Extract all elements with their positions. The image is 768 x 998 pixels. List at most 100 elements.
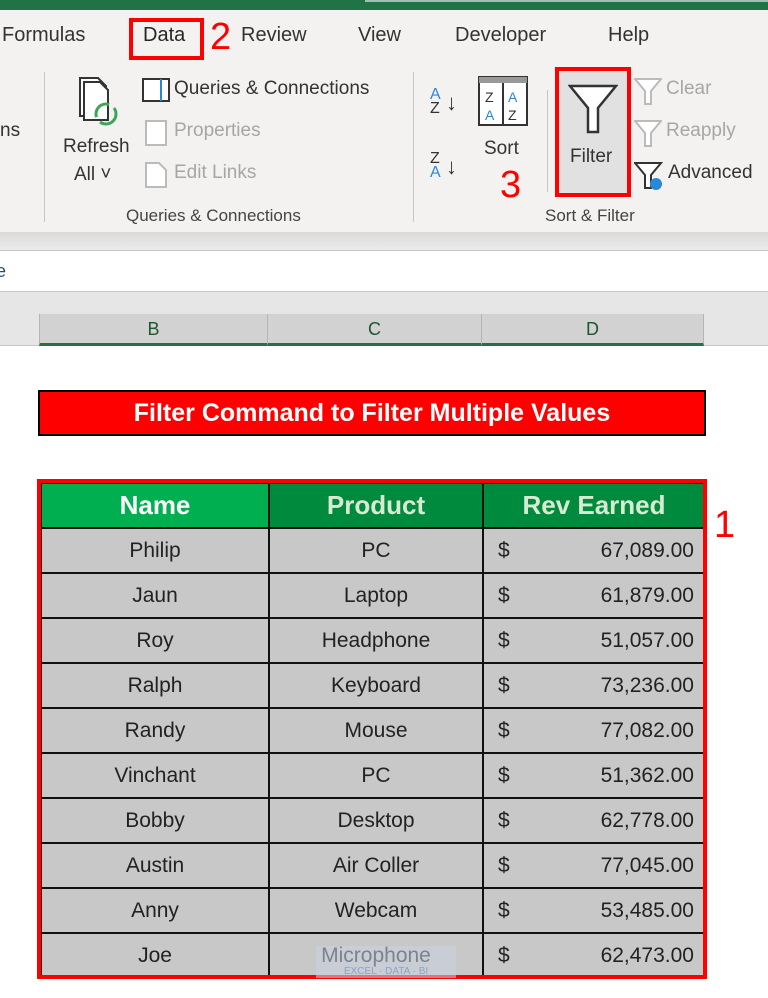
header-name[interactable]: Name [40, 482, 270, 529]
currency-symbol: $ [498, 719, 510, 742]
edit-links-icon [145, 162, 167, 188]
reapply-button[interactable]: Reapply [632, 120, 754, 148]
tab-formulas[interactable]: Formulas [2, 24, 85, 47]
svg-text:A: A [485, 107, 495, 123]
column-header-bar: B C D [0, 292, 768, 346]
cell-product[interactable]: Air Coller [268, 842, 484, 889]
cell-name[interactable]: Joe [40, 932, 270, 979]
svg-text:Z: Z [508, 107, 517, 123]
watermark: EXCEL · DATA · BI [316, 946, 456, 978]
step-1-label: 1 [714, 504, 736, 546]
table-header-row: Name Product Rev Earned [40, 482, 706, 529]
ribbon: Formulas Data 2 Review View Developer He… [0, 10, 768, 232]
data-table: Name Product Rev Earned Philip PC $67,089.… [40, 482, 706, 979]
cell-name[interactable]: Vinchant [40, 752, 270, 799]
cell-name[interactable]: Ralph [40, 662, 270, 709]
cell-name[interactable]: Roy [40, 617, 270, 664]
reapply-filter-icon [632, 120, 664, 147]
properties-button[interactable]: Properties [140, 120, 280, 148]
cell-product[interactable]: PC [268, 752, 484, 799]
rev-value: 62,473.00 [600, 943, 694, 967]
down-arrow-icon: ↓ [446, 154, 457, 179]
table-row: Ralph Keyboard $73,236.00 [40, 662, 706, 709]
advanced-button[interactable]: Advanced [632, 162, 768, 190]
rev-value: 73,236.00 [600, 673, 694, 697]
currency-symbol: $ [498, 629, 510, 652]
cell-name[interactable]: Anny [40, 887, 270, 934]
sort-a-z-button[interactable]: AZ ↓ [430, 87, 466, 120]
cell-product[interactable]: Webcam [268, 887, 484, 934]
advanced-label: Advanced [668, 162, 753, 183]
cell-rev-earned[interactable]: $51,362.00 [482, 752, 706, 799]
cell-product[interactable]: Headphone [268, 617, 484, 664]
step-3-label: 3 [500, 164, 522, 206]
currency-symbol: $ [498, 539, 510, 562]
title-bar [0, 0, 768, 10]
queries-connections-button[interactable]: Queries & Connections [140, 78, 390, 106]
table-row: Roy Headphone $51,057.00 [40, 617, 706, 664]
step-3-highlight [555, 67, 631, 197]
rev-value: 77,045.00 [600, 853, 694, 877]
table-row: Philip PC $67,089.00 [40, 527, 706, 574]
header-rev-earned[interactable]: Rev Earned [482, 482, 706, 529]
cell-rev-earned[interactable]: $61,879.00 [482, 572, 706, 619]
sort-z-a-button[interactable]: ZA ↓ [430, 151, 466, 184]
cell-rev-earned[interactable]: $53,485.00 [482, 887, 706, 934]
cell-rev-earned[interactable]: $73,236.00 [482, 662, 706, 709]
clear-filter-icon [632, 78, 664, 105]
partial-left-label: ns [0, 120, 21, 141]
edit-links-button[interactable]: Edit Links [140, 162, 280, 190]
cell-rev-earned[interactable]: $62,778.00 [482, 797, 706, 844]
column-header-b[interactable]: B [39, 314, 268, 346]
rev-value: 51,057.00 [600, 628, 694, 652]
group-separator [44, 72, 45, 222]
currency-symbol: $ [498, 944, 510, 967]
ribbon-shadow [0, 232, 768, 250]
tab-help[interactable]: Help [608, 24, 649, 47]
currency-symbol: $ [498, 764, 510, 787]
tab-developer[interactable]: Developer [455, 24, 546, 47]
tab-review[interactable]: Review [241, 24, 307, 47]
down-arrow-icon: ↓ [446, 90, 457, 115]
step-2-label: 2 [210, 16, 232, 58]
refresh-all-button[interactable]: Refresh All ˅ [60, 76, 134, 196]
cell-product[interactable]: Keyboard [268, 662, 484, 709]
cell-name[interactable]: Austin [40, 842, 270, 889]
properties-label: Properties [174, 120, 261, 141]
table-row: Austin Air Coller $77,045.00 [40, 842, 706, 889]
table-row: Anny Webcam $53,485.00 [40, 887, 706, 934]
cell-product[interactable]: PC [268, 527, 484, 574]
queries-group-label: Queries & Connections [126, 206, 301, 225]
edit-links-label: Edit Links [174, 162, 257, 183]
cell-rev-earned[interactable]: $51,057.00 [482, 617, 706, 664]
tab-view[interactable]: View [358, 24, 401, 47]
refresh-all-label: All ˅ [74, 164, 112, 185]
column-header-c[interactable]: C [267, 314, 482, 346]
header-product[interactable]: Product [268, 482, 484, 529]
cell-rev-earned[interactable]: $77,045.00 [482, 842, 706, 889]
advanced-filter-icon [632, 162, 664, 190]
queries-connections-icon [142, 78, 170, 102]
cell-name[interactable]: Philip [40, 527, 270, 574]
cell-rev-earned[interactable]: $77,082.00 [482, 707, 706, 754]
currency-symbol: $ [498, 899, 510, 922]
table-row: Randy Mouse $77,082.00 [40, 707, 706, 754]
cell-product[interactable]: Mouse [268, 707, 484, 754]
cell-product[interactable]: Laptop [268, 572, 484, 619]
cell-product[interactable]: Desktop [268, 797, 484, 844]
cell-rev-earned[interactable]: $62,473.00 [482, 932, 706, 979]
formula-bar[interactable]: e [0, 250, 768, 292]
clear-button[interactable]: Clear [632, 78, 744, 106]
cell-name[interactable]: Jaun [40, 572, 270, 619]
worksheet: Filter Command to Filter Multiple Values… [0, 346, 768, 994]
properties-icon [145, 120, 167, 146]
cell-name[interactable]: Bobby [40, 797, 270, 844]
cell-name[interactable]: Randy [40, 707, 270, 754]
group-separator [547, 90, 548, 192]
title-bar-highlight [365, 0, 768, 2]
sort-button[interactable]: Z A A Z Sort [476, 76, 532, 176]
reapply-label: Reapply [666, 120, 736, 141]
step-2-highlight [129, 18, 204, 60]
column-header-d[interactable]: D [481, 314, 704, 346]
cell-rev-earned[interactable]: $67,089.00 [482, 527, 706, 574]
